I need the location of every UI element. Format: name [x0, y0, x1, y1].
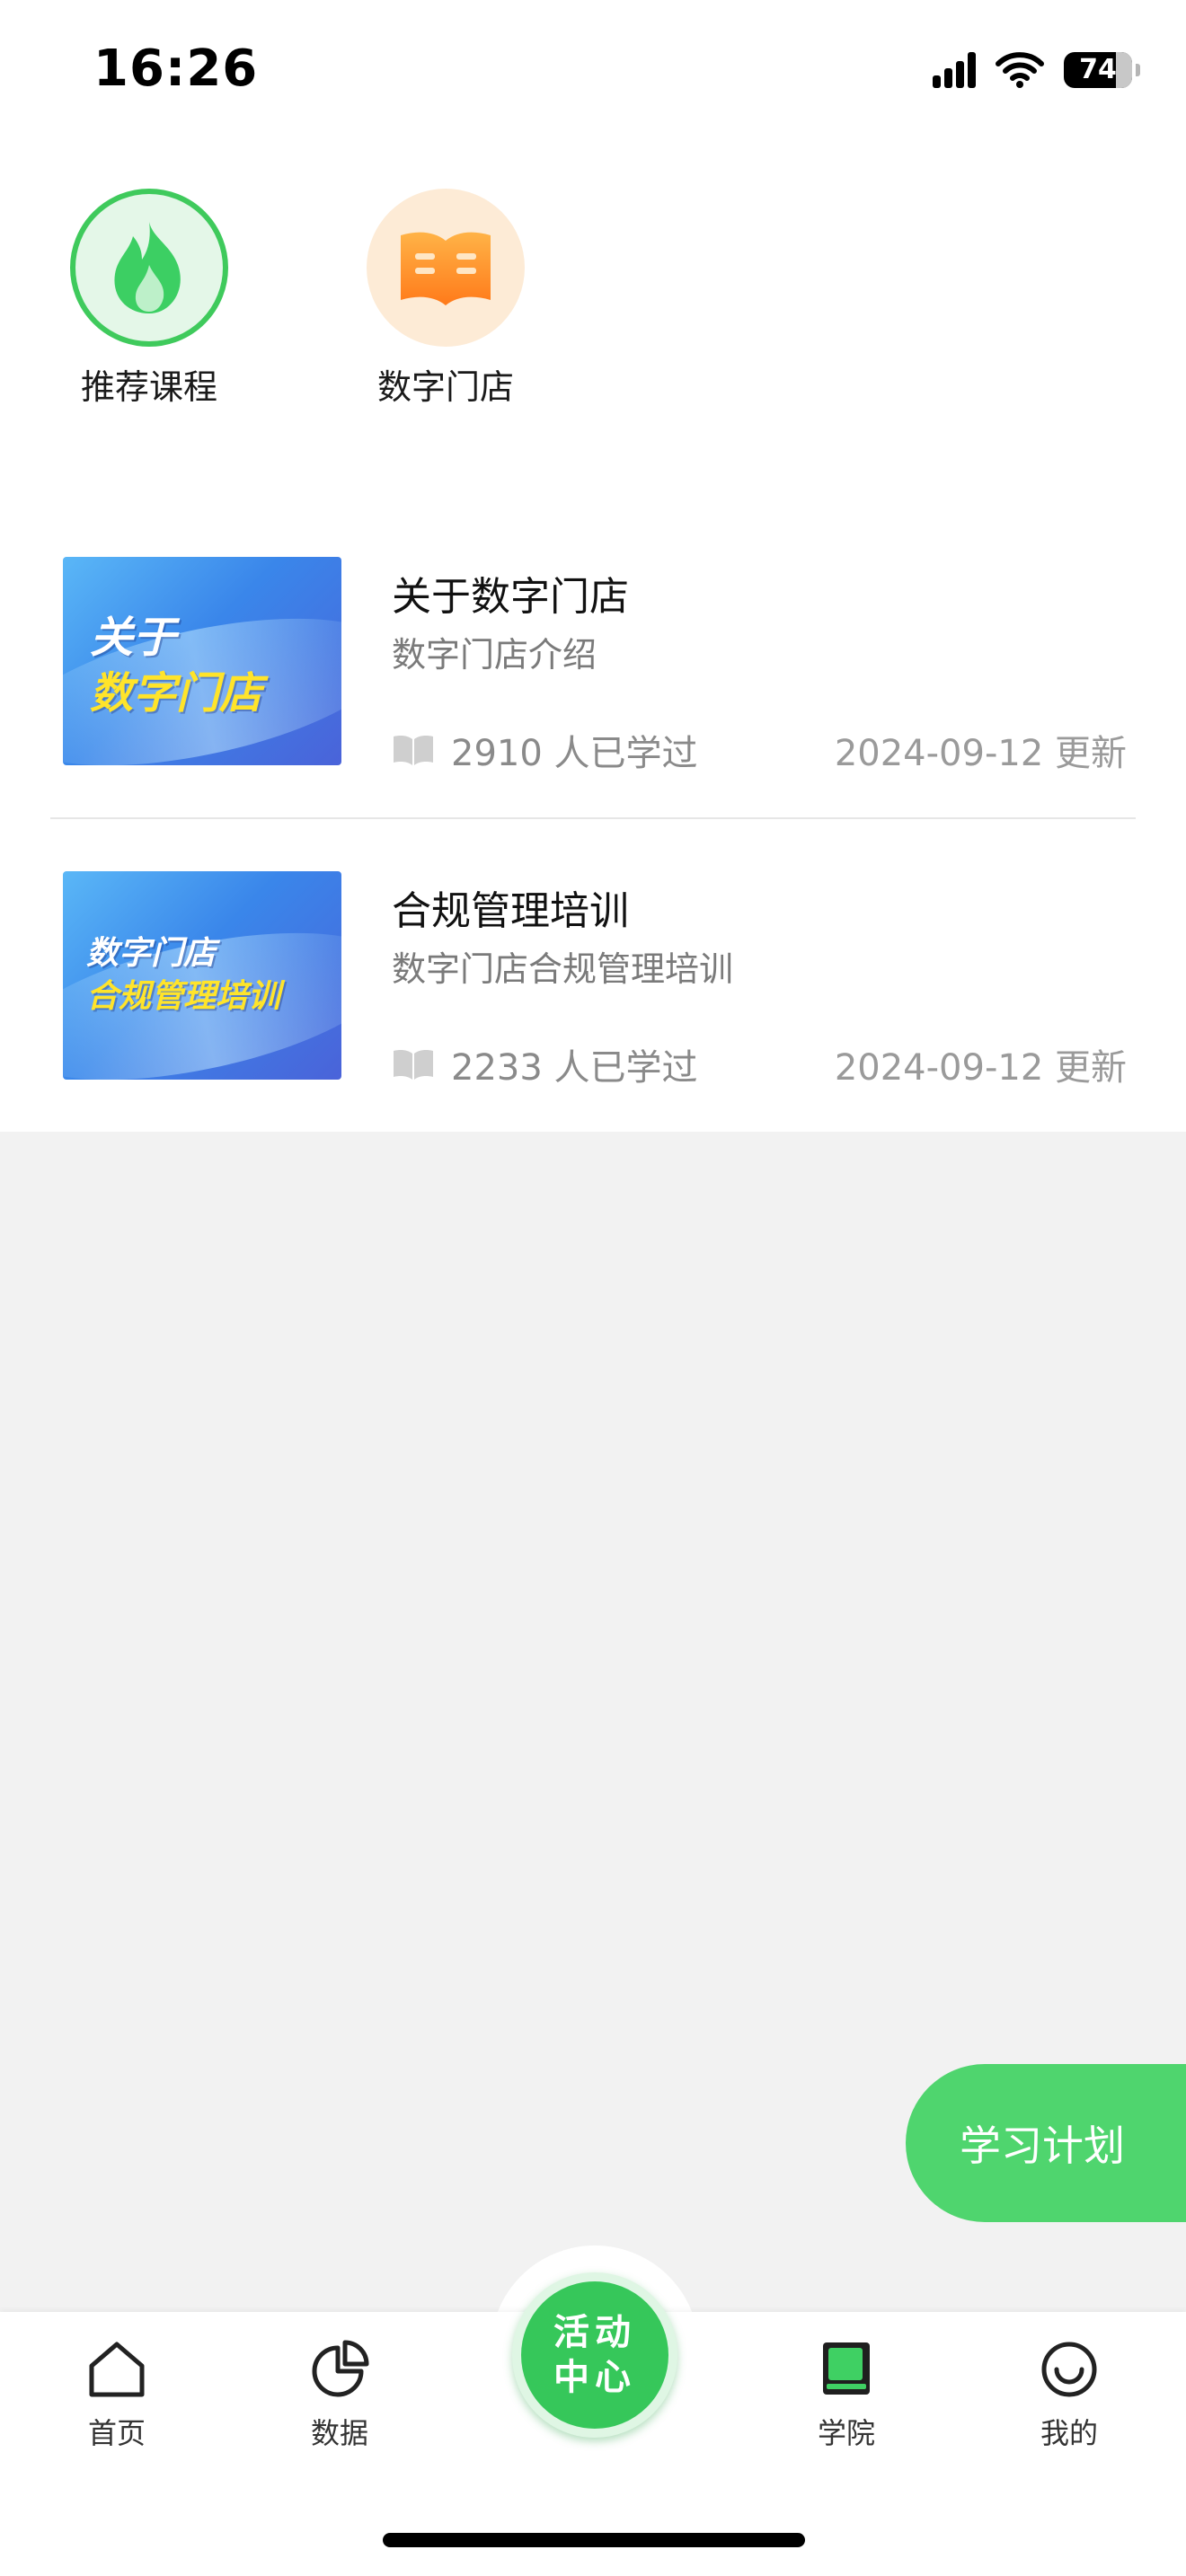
home-indicator [383, 2533, 805, 2547]
smiley-icon [1041, 2342, 1097, 2397]
home-icon [89, 2342, 145, 2397]
divider [50, 817, 1136, 819]
course-learners: 2910 人已学过 [392, 724, 698, 776]
category-icon-circle [367, 189, 525, 347]
course-content: 推荐课程 数字门店 关于 数字门店 关于数字门店 数字门店介绍 2910 人已学… [0, 153, 1186, 1132]
signal-icon [933, 52, 976, 88]
course-subtitle: 数字门店介绍 [392, 635, 597, 675]
course-update-date: 2024-09-12 更新 [834, 733, 1127, 774]
course-item[interactable]: 关于 数字门店 关于数字门店 数字门店介绍 2910 人已学过 2024-09-… [50, 521, 1136, 790]
open-book-icon [394, 1050, 433, 1080]
course-thumbnail: 数字门店 合规管理培训 [63, 871, 341, 1080]
battery-level: 74 [1079, 54, 1117, 85]
battery-icon: 74 [1064, 52, 1140, 88]
book-icon [401, 232, 491, 305]
course-thumbnail: 关于 数字门店 [63, 557, 341, 765]
open-book-icon [394, 736, 433, 765]
status-time: 16:26 [93, 40, 259, 98]
pie-chart-icon [312, 2340, 369, 2397]
tab-home[interactable]: 首页 [45, 2337, 189, 2452]
course-subtitle: 数字门店合规管理培训 [392, 949, 734, 989]
tab-mine[interactable]: 我的 [997, 2337, 1141, 2452]
learners-count: 2233 人已学过 [451, 1047, 698, 1089]
category-label: 推荐课程 [80, 367, 217, 407]
activity-center-line-1: 活动 [553, 2312, 636, 2353]
wifi-icon [996, 52, 1044, 88]
activity-center-button[interactable]: 活动 中心 [512, 2272, 677, 2438]
status-bar: 16:26 74 [0, 0, 1186, 153]
thumbnail-line-2: 数字门店 [90, 668, 263, 719]
category-icon-circle [70, 189, 228, 347]
thumbnail-line-1: 关于 [90, 613, 177, 663]
thumbnail-line-1: 数字门店 [86, 935, 217, 972]
academy-book-icon [823, 2342, 870, 2395]
status-icons: 74 [933, 52, 1140, 88]
app-screen: 16:26 74 推荐课程 数字门店 关于 数字门店 关于数字门店 数字门店介绍… [0, 0, 1186, 2576]
tab-label: 首页 [87, 2416, 146, 2450]
activity-center-line-2: 中心 [553, 2357, 636, 2398]
flame-icon [114, 222, 181, 313]
course-update-date: 2024-09-12 更新 [834, 1047, 1127, 1089]
category-recommended-courses[interactable]: 推荐课程 [59, 189, 239, 409]
tab-label: 学院 [817, 2416, 875, 2450]
course-title: 关于数字门店 [392, 574, 629, 620]
study-plan-button[interactable]: 学习计划 [906, 2064, 1186, 2222]
tab-data[interactable]: 数据 [268, 2337, 412, 2452]
category-label: 数字门店 [376, 367, 514, 407]
thumbnail-line-2: 合规管理培训 [86, 978, 281, 1015]
category-digital-store[interactable]: 数字门店 [356, 189, 535, 409]
tab-label: 数据 [310, 2416, 368, 2450]
tab-label: 我的 [1040, 2416, 1098, 2450]
course-item[interactable]: 数字门店 合规管理培训 合规管理培训 数字门店合规管理培训 2233 人已学过 … [50, 835, 1136, 1105]
tab-academy[interactable]: 学院 [774, 2337, 918, 2452]
course-learners: 2233 人已学过 [392, 1038, 698, 1090]
course-title: 合规管理培训 [392, 888, 629, 934]
learners-count: 2910 人已学过 [451, 733, 698, 774]
